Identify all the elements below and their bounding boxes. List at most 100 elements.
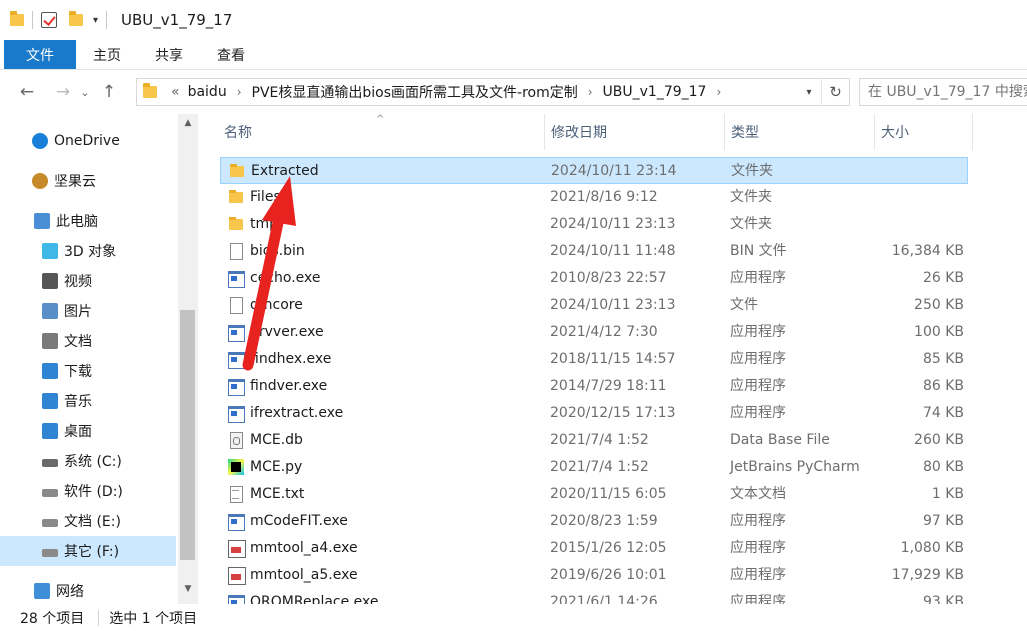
file-name: dmcore <box>250 297 303 313</box>
file-type: Data Base File <box>730 432 830 448</box>
sidebar-item[interactable]: 下载 <box>0 356 176 386</box>
file-size: 80 KB <box>922 459 964 475</box>
sidebar-item-label: 其它 (F:) <box>64 544 120 560</box>
music-icon <box>42 393 58 409</box>
new-folder-icon[interactable] <box>69 11 83 26</box>
file-row[interactable]: dmcore 2024/10/11 23:13 文件 250 KB <box>220 292 968 319</box>
sidebar-item-label: 文档 (E:) <box>64 514 121 530</box>
status-bar: 28 个项目 选中 1 个项目 <box>0 604 1027 631</box>
refresh-icon[interactable]: ↻ <box>821 79 849 105</box>
file-row[interactable]: Extracted 2024/10/11 23:14 文件夹 <box>220 157 968 184</box>
file-row[interactable]: tmp 2024/10/11 23:13 文件夹 <box>220 211 968 238</box>
title-bar: ▾ UBU_v1_79_17 <box>0 0 1027 40</box>
file-type: 文件夹 <box>730 216 772 232</box>
file-date: 2010/8/23 22:57 <box>550 270 667 286</box>
file-row[interactable]: mCodeFIT.exe 2020/8/23 1:59 应用程序 97 KB <box>220 508 968 535</box>
sidebar-item[interactable]: 此电脑 <box>0 206 176 236</box>
pictures-icon <box>42 303 58 319</box>
chevron-right-icon[interactable]: › <box>716 85 721 99</box>
sidebar-item[interactable]: 桌面 <box>0 416 176 446</box>
file-row[interactable]: drvver.exe 2021/4/12 7:30 应用程序 100 KB <box>220 319 968 346</box>
chevron-right-icon[interactable]: › <box>237 85 242 99</box>
file-date: 2021/4/12 7:30 <box>550 324 658 340</box>
sidebar-item[interactable]: 软件 (D:) <box>0 476 176 506</box>
scroll-up-icon[interactable]: ▲ <box>178 118 198 128</box>
exe-icon <box>228 405 245 423</box>
file-row[interactable]: mmtool_a4.exe 2015/1/26 12:05 应用程序 1,080 KB <box>220 535 968 562</box>
sidebar-scroll-thumb[interactable] <box>180 310 195 560</box>
file-name: bios.bin <box>250 243 305 259</box>
breadcrumb-pve-folder[interactable]: PVE核显直通输出bios画面所需工具及文件-rom定制 <box>252 82 578 102</box>
file-row[interactable]: MCE.db 2021/7/4 1:52 Data Base File 260 KB <box>220 427 968 454</box>
sidebar-scrollbar[interactable]: ▲ ▼ <box>178 114 198 604</box>
drive-icon <box>42 519 58 527</box>
scroll-down-icon[interactable]: ▼ <box>178 584 198 594</box>
sidebar-item[interactable]: 坚果云 <box>0 166 176 196</box>
file-name: MCE.txt <box>250 486 305 502</box>
file-row[interactable]: ifrextract.exe 2020/12/15 17:13 应用程序 74 KB <box>220 400 968 427</box>
file-size: 85 KB <box>922 351 964 367</box>
file-row[interactable]: MCE.py 2021/7/4 1:52 JetBrains PyCharm 80 K… <box>220 454 968 481</box>
file-row[interactable]: mmtool_a5.exe 2019/6/26 10:01 应用程序 17,929 K… <box>220 562 968 589</box>
this-pc-icon <box>34 213 50 229</box>
sidebar-item[interactable]: 网络 <box>0 576 176 606</box>
forward-arrow-icon[interactable]: → <box>50 82 76 102</box>
tab-home[interactable]: 主页 <box>76 40 138 69</box>
sidebar-item-label: 桌面 <box>64 424 92 440</box>
sidebar-item[interactable]: OneDrive <box>0 126 176 156</box>
back-arrow-icon[interactable]: ← <box>14 82 40 102</box>
exe-icon <box>228 270 245 288</box>
address-dropdown-icon[interactable]: ▾ <box>799 79 819 105</box>
address-bar[interactable]: « baidu › PVE核显直通输出bios画面所需工具及文件-rom定制 ›… <box>136 78 850 106</box>
breadcrumb-baidu[interactable]: baidu <box>188 84 227 100</box>
videos-icon <box>42 273 58 289</box>
sidebar-item[interactable]: 视频 <box>0 266 176 296</box>
sidebar-item[interactable]: 系统 (C:) <box>0 446 176 476</box>
sidebar-item-label: 音乐 <box>64 394 92 410</box>
tab-share[interactable]: 共享 <box>138 40 200 69</box>
file-name: MCE.db <box>250 432 303 448</box>
folder-icon <box>229 163 245 179</box>
breadcrumb-ubu[interactable]: UBU_v1_79_17 <box>603 84 707 100</box>
file-row[interactable]: Files 2021/8/16 9:12 文件夹 <box>220 184 968 211</box>
file-row[interactable]: OROMReplace.exe 2021/6/1 14:26 应用程序 93 KB <box>220 589 968 604</box>
file-row[interactable]: findhex.exe 2018/11/15 14:57 应用程序 85 KB <box>220 346 968 373</box>
sidebar-item[interactable]: 3D 对象 <box>0 236 176 266</box>
sidebar-item[interactable]: 文档 (E:) <box>0 506 176 536</box>
recent-locations-chevron-icon[interactable]: ⌄ <box>76 86 94 99</box>
exe-icon <box>228 378 245 396</box>
file-row[interactable]: MCE.txt 2020/11/15 6:05 文本文档 1 KB <box>220 481 968 508</box>
file-size: 16,384 KB <box>891 243 964 259</box>
breadcrumb-overflow[interactable]: « <box>171 84 180 100</box>
file-name: cecho.exe <box>250 270 321 286</box>
file-row[interactable]: findver.exe 2014/7/29 18:11 应用程序 86 KB <box>220 373 968 400</box>
column-date[interactable]: 修改日期 <box>544 114 724 150</box>
file-type: 应用程序 <box>730 567 786 583</box>
file-row[interactable]: bios.bin 2024/10/11 11:48 BIN 文件 16,384 KB <box>220 238 968 265</box>
search-input[interactable] <box>859 78 1027 106</box>
file-row[interactable]: cecho.exe 2010/8/23 22:57 应用程序 26 KB <box>220 265 968 292</box>
sidebar-item[interactable]: 图片 <box>0 296 176 326</box>
file-size <box>880 184 964 211</box>
customize-quick-access-icon[interactable]: ▾ <box>93 15 98 26</box>
properties-icon[interactable] <box>41 12 57 28</box>
file-name: mCodeFIT.exe <box>250 513 348 529</box>
tab-view[interactable]: 查看 <box>200 40 262 69</box>
folder-icon <box>10 11 24 26</box>
sidebar-item[interactable]: 文档 <box>0 326 176 356</box>
file-name: Files <box>250 189 281 205</box>
file-name: MCE.py <box>250 459 303 475</box>
sidebar-item[interactable]: 其它 (F:) <box>0 536 176 566</box>
column-size[interactable]: 大小 <box>874 114 972 150</box>
file-name: drvver.exe <box>250 324 324 340</box>
downloads-icon <box>42 363 58 379</box>
up-arrow-icon[interactable]: ↑ <box>96 82 122 102</box>
file-type: 应用程序 <box>730 540 786 556</box>
folder-icon <box>228 189 244 205</box>
chevron-right-icon[interactable]: › <box>588 85 593 99</box>
file-date: 2021/7/4 1:52 <box>550 432 649 448</box>
tab-file[interactable]: 文件 <box>4 40 76 69</box>
sidebar-item[interactable]: 音乐 <box>0 386 176 416</box>
drive-icon <box>42 489 58 497</box>
column-type[interactable]: 类型 <box>724 114 874 150</box>
